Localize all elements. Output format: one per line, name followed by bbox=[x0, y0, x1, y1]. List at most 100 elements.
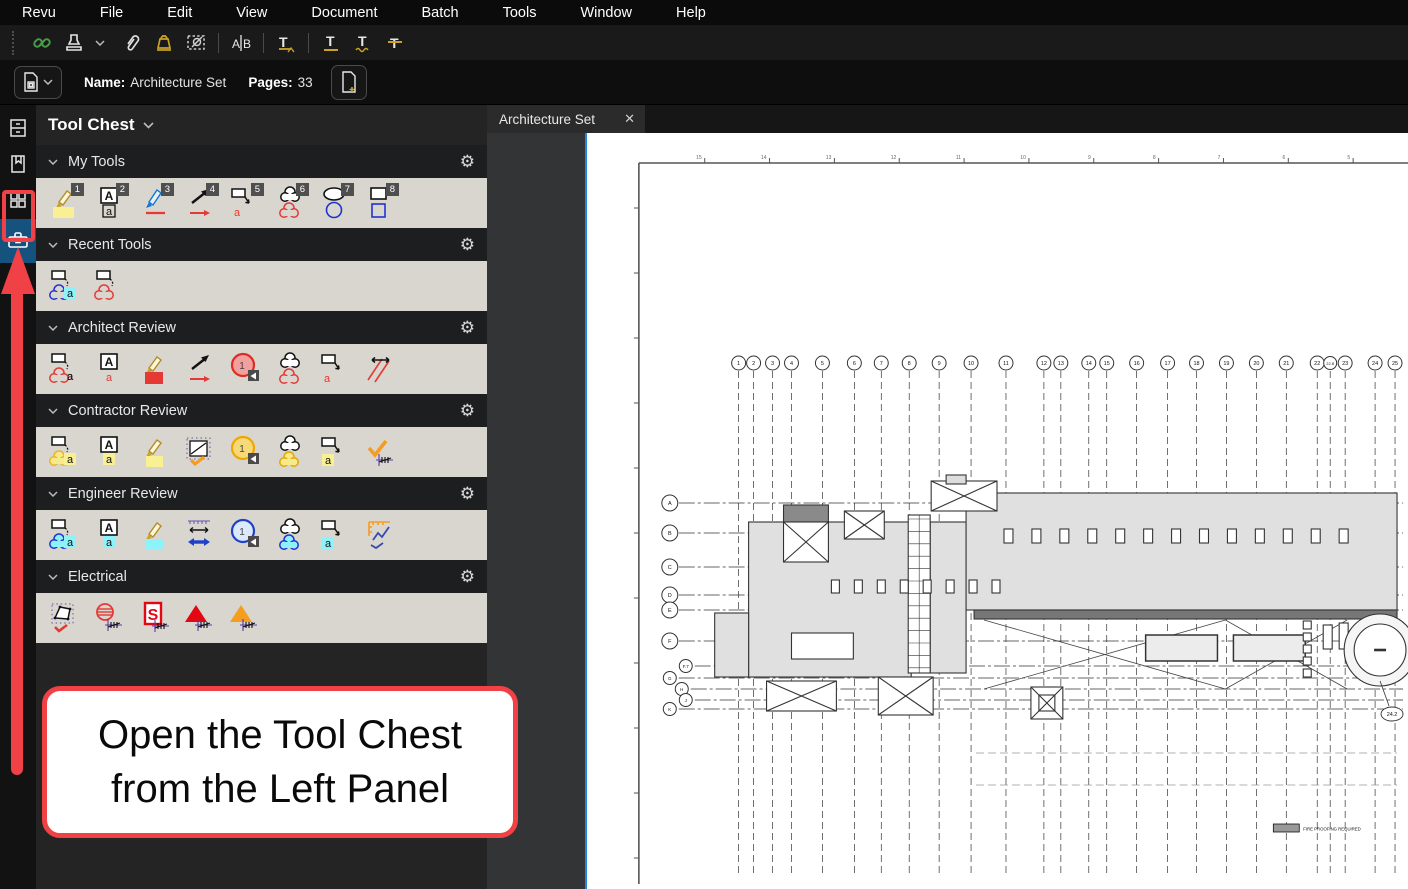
svg-text:a: a bbox=[323, 373, 330, 385]
gear-icon[interactable]: ⚙ bbox=[460, 402, 475, 419]
tool-count[interactable]: 1 bbox=[224, 513, 265, 557]
svg-text:B: B bbox=[668, 531, 672, 537]
tool-cloud-callout[interactable] bbox=[89, 264, 130, 308]
attachment-icon[interactable] bbox=[116, 29, 148, 57]
section-header-architect-review[interactable]: Architect Review ⚙ bbox=[36, 311, 487, 344]
section-header-contractor-review[interactable]: Contractor Review ⚙ bbox=[36, 394, 487, 427]
tool-cloud-callout-highlight[interactable]: a bbox=[44, 264, 85, 308]
sidebar-item-bookmarks[interactable] bbox=[0, 147, 36, 181]
tool-badge: 5 bbox=[251, 183, 264, 196]
gear-icon[interactable]: ⚙ bbox=[460, 568, 475, 585]
sidebar-item-file-access[interactable] bbox=[0, 111, 36, 145]
chevron-down-icon bbox=[48, 242, 58, 248]
tool-cloud-callout[interactable]: a bbox=[44, 430, 85, 474]
tool-cloud[interactable] bbox=[269, 430, 310, 474]
menu-file[interactable]: File bbox=[100, 5, 123, 21]
tool-text-box[interactable]: Aa bbox=[89, 513, 130, 557]
tool-ellipse[interactable]: 7 bbox=[314, 181, 355, 225]
tool-area-measure[interactable] bbox=[179, 430, 220, 474]
menu-revu[interactable]: Revu bbox=[22, 5, 56, 21]
gear-icon[interactable]: ⚙ bbox=[460, 319, 475, 336]
stamp-chevron-icon[interactable] bbox=[84, 29, 116, 57]
snapshot-icon[interactable] bbox=[180, 29, 212, 57]
text-caret-icon[interactable]: T bbox=[270, 29, 302, 57]
tool-rectangle[interactable]: 8 bbox=[359, 181, 400, 225]
svg-text:24.2: 24.2 bbox=[1387, 712, 1398, 718]
tool-count[interactable]: 1 bbox=[224, 347, 265, 391]
tool-row-recent-tools: a bbox=[36, 261, 487, 311]
svg-text:2: 2 bbox=[752, 361, 755, 367]
tool-arrow[interactable]: 4 bbox=[179, 181, 220, 225]
tool-highlight[interactable] bbox=[134, 513, 175, 557]
svg-text:A: A bbox=[668, 501, 672, 507]
section-header-my-tools[interactable]: My Tools ⚙ bbox=[36, 145, 487, 178]
menu-batch[interactable]: Batch bbox=[422, 5, 459, 21]
section-header-electrical[interactable]: Electrical ⚙ bbox=[36, 560, 487, 593]
tool-chest-header[interactable]: Tool Chest bbox=[36, 105, 487, 145]
tool-text-box[interactable]: Aa2 bbox=[89, 181, 130, 225]
tool-cloud-callout[interactable]: aa bbox=[44, 347, 85, 391]
section-header-recent-tools[interactable]: Recent Tools ⚙ bbox=[36, 228, 487, 261]
text-underline-icon[interactable]: T bbox=[315, 29, 347, 57]
weight-icon[interactable] bbox=[148, 29, 180, 57]
tool-badge: 4 bbox=[206, 183, 219, 196]
spellcheck-icon[interactable]: A B bbox=[225, 29, 257, 57]
svg-text:22: 22 bbox=[1314, 361, 1320, 367]
menu-document[interactable]: Document bbox=[311, 5, 377, 21]
text-strikethrough-icon[interactable]: T bbox=[379, 29, 411, 57]
gear-icon[interactable]: ⚙ bbox=[460, 485, 475, 502]
tab-architecture-set[interactable]: Architecture Set ✕ bbox=[487, 105, 645, 133]
svg-text:5: 5 bbox=[821, 361, 824, 367]
page-setup-button[interactable] bbox=[14, 66, 62, 99]
tool-badge: 8 bbox=[386, 183, 399, 196]
tool-check-count[interactable] bbox=[359, 430, 400, 474]
menu-edit[interactable]: Edit bbox=[167, 5, 192, 21]
text-squiggle-icon[interactable]: T bbox=[347, 29, 379, 57]
tool-chest-title: Tool Chest bbox=[48, 115, 135, 135]
toolbar-drag-handle[interactable] bbox=[12, 31, 20, 55]
tool-callout[interactable]: a bbox=[314, 347, 355, 391]
add-page-button[interactable] bbox=[331, 65, 367, 100]
svg-text:T: T bbox=[279, 34, 288, 50]
close-icon[interactable]: ✕ bbox=[624, 111, 635, 127]
tool-highlight[interactable] bbox=[134, 430, 175, 474]
section-header-engineer-review[interactable]: Engineer Review ⚙ bbox=[36, 477, 487, 510]
tool-text-box[interactable]: Aa bbox=[89, 347, 130, 391]
tool-dimension[interactable] bbox=[179, 513, 220, 557]
menu-tools[interactable]: Tools bbox=[503, 5, 537, 21]
gear-icon[interactable]: ⚙ bbox=[460, 153, 475, 170]
tool-pen[interactable]: 3 bbox=[134, 181, 175, 225]
tool-callout[interactable]: a5 bbox=[224, 181, 265, 225]
tool-dimension[interactable] bbox=[359, 347, 400, 391]
annotation-arrow-shaft bbox=[11, 290, 23, 775]
menu-window[interactable]: Window bbox=[580, 5, 632, 21]
tool-highlight[interactable] bbox=[134, 347, 175, 391]
chevron-down-icon bbox=[48, 491, 58, 497]
tool-count-switch[interactable]: S bbox=[134, 596, 175, 640]
svg-text:a: a bbox=[105, 537, 112, 549]
svg-text:A: A bbox=[104, 189, 113, 203]
tool-cloud[interactable]: 6 bbox=[269, 181, 310, 225]
tool-count-triangle-orange[interactable] bbox=[224, 596, 265, 640]
svg-text:1: 1 bbox=[239, 527, 245, 538]
gear-icon[interactable]: ⚙ bbox=[460, 236, 475, 253]
tool-polyline-measure[interactable] bbox=[359, 513, 400, 557]
link-icon[interactable] bbox=[26, 29, 58, 57]
tool-callout[interactable]: a bbox=[314, 513, 355, 557]
svg-text:FIRE PROOFING REQUIRED: FIRE PROOFING REQUIRED bbox=[1303, 826, 1361, 831]
svg-text:5: 5 bbox=[1347, 155, 1350, 161]
document-viewport[interactable]: 15141312111098765 1234567891011121314151… bbox=[585, 133, 1408, 889]
menu-view[interactable]: View bbox=[236, 5, 267, 21]
tool-cloud[interactable] bbox=[269, 513, 310, 557]
tool-arrow[interactable] bbox=[179, 347, 220, 391]
tool-cloud-callout[interactable]: a bbox=[44, 513, 85, 557]
tool-polygon-measure[interactable] bbox=[44, 596, 85, 640]
tool-count-receptacle[interactable] bbox=[89, 596, 130, 640]
tool-cloud[interactable] bbox=[269, 347, 310, 391]
tool-count-triangle-red[interactable] bbox=[179, 596, 220, 640]
tool-text-box[interactable]: Aa bbox=[89, 430, 130, 474]
tool-highlighter[interactable]: 1 bbox=[44, 181, 85, 225]
tool-callout[interactable]: a bbox=[314, 430, 355, 474]
menu-help[interactable]: Help bbox=[676, 5, 706, 21]
tool-count[interactable]: 1 bbox=[224, 430, 265, 474]
